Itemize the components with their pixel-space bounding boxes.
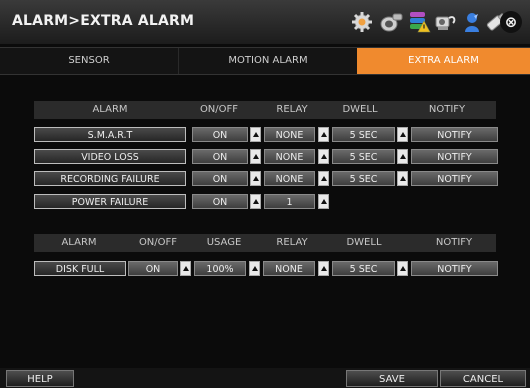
dwell-select-recording-failure[interactable]: 5 SEC [332, 171, 395, 186]
usage-select-disk-full[interactable]: 100% [194, 261, 246, 276]
bottom-bar: HELP SAVE CANCEL [0, 368, 530, 388]
storage-warning-icon[interactable] [407, 10, 431, 34]
header-relay: RELAY [276, 104, 308, 115]
header-onoff: ON/OFF [138, 237, 178, 248]
alarm-name-video-loss: VIDEO LOSS [34, 149, 186, 164]
alarm-name-disk-full: DISK FULL [34, 261, 126, 276]
arrow-up-icon[interactable] [318, 127, 329, 142]
arrow-up-icon[interactable] [250, 171, 261, 186]
header-usage: USAGE [206, 237, 242, 248]
tab-bar: SENSOR MOTION ALARM EXTRA ALARM [0, 47, 530, 75]
arrow-up-icon[interactable] [318, 149, 329, 164]
dwell-select-smart[interactable]: 5 SEC [332, 127, 395, 142]
header-relay: RELAY [276, 237, 308, 248]
notify-button-recording-failure[interactable]: NOTIFY [411, 171, 498, 186]
relay-select-recording-failure[interactable]: NONE [264, 171, 315, 186]
page-title: ALARM>EXTRA ALARM [12, 13, 195, 29]
arrow-up-icon[interactable] [250, 127, 261, 142]
arrow-up-icon[interactable] [397, 261, 408, 276]
arrow-up-icon[interactable] [180, 261, 191, 276]
header-notify: NOTIFY [428, 104, 466, 115]
notify-button-video-loss[interactable]: NOTIFY [411, 149, 498, 164]
user-icon[interactable] [460, 10, 484, 34]
arrow-up-icon[interactable] [397, 149, 408, 164]
dwell-select-disk-full[interactable]: 5 SEC [332, 261, 395, 276]
header-dwell: DWELL [342, 104, 378, 115]
dwell-select-video-loss[interactable]: 5 SEC [332, 149, 395, 164]
table1-header: ALARM ON/OFF RELAY DWELL NOTIFY [34, 101, 496, 119]
alarm-name-power-failure: POWER FAILURE [34, 194, 186, 209]
notify-button-disk-full[interactable]: NOTIFY [411, 261, 498, 276]
arrow-up-icon[interactable] [318, 194, 329, 209]
title-bar: ALARM>EXTRA ALARM ⊗ [0, 0, 530, 44]
onoff-select-video-loss[interactable]: ON [192, 149, 248, 164]
cancel-button[interactable]: CANCEL [440, 370, 526, 387]
arrow-up-icon[interactable] [397, 171, 408, 186]
arrow-up-icon[interactable] [318, 261, 329, 276]
arrow-up-icon[interactable] [249, 261, 260, 276]
network-icon[interactable] [434, 10, 458, 34]
arrow-up-icon[interactable] [318, 171, 329, 186]
header-dwell: DWELL [346, 237, 382, 248]
header-onoff: ON/OFF [199, 104, 239, 115]
header-alarm: ALARM [92, 104, 128, 115]
header-notify: NOTIFY [435, 237, 473, 248]
close-button[interactable]: ⊗ [500, 11, 522, 33]
relay-select-video-loss[interactable]: NONE [264, 149, 315, 164]
onoff-select-recording-failure[interactable]: ON [192, 171, 248, 186]
relay-select-power-failure[interactable]: 1 [264, 194, 315, 209]
extra-alarm-window: ALARM>EXTRA ALARM ⊗ SENSOR MOTION ALARM … [0, 0, 530, 388]
onoff-select-power-failure[interactable]: ON [192, 194, 248, 209]
arrow-up-icon[interactable] [397, 127, 408, 142]
table2-header: ALARM ON/OFF USAGE RELAY DWELL NOTIFY [34, 234, 496, 252]
camera-icon[interactable] [379, 10, 403, 34]
arrow-up-icon[interactable] [250, 194, 261, 209]
onoff-select-disk-full[interactable]: ON [128, 261, 178, 276]
tab-motion-alarm[interactable]: MOTION ALARM [178, 48, 357, 74]
arrow-up-icon[interactable] [250, 149, 261, 164]
alarm-name-smart: S.M.A.R.T [34, 127, 186, 142]
relay-select-disk-full[interactable]: NONE [263, 261, 315, 276]
gear-icon[interactable] [350, 10, 374, 34]
save-button[interactable]: SAVE [346, 370, 438, 387]
relay-select-smart[interactable]: NONE [264, 127, 315, 142]
header-alarm: ALARM [61, 237, 97, 248]
help-button[interactable]: HELP [6, 370, 74, 387]
tab-extra-alarm[interactable]: EXTRA ALARM [357, 48, 530, 74]
onoff-select-smart[interactable]: ON [192, 127, 248, 142]
notify-button-smart[interactable]: NOTIFY [411, 127, 498, 142]
tab-sensor[interactable]: SENSOR [0, 48, 178, 74]
alarm-name-recording-failure: RECORDING FAILURE [34, 171, 186, 186]
